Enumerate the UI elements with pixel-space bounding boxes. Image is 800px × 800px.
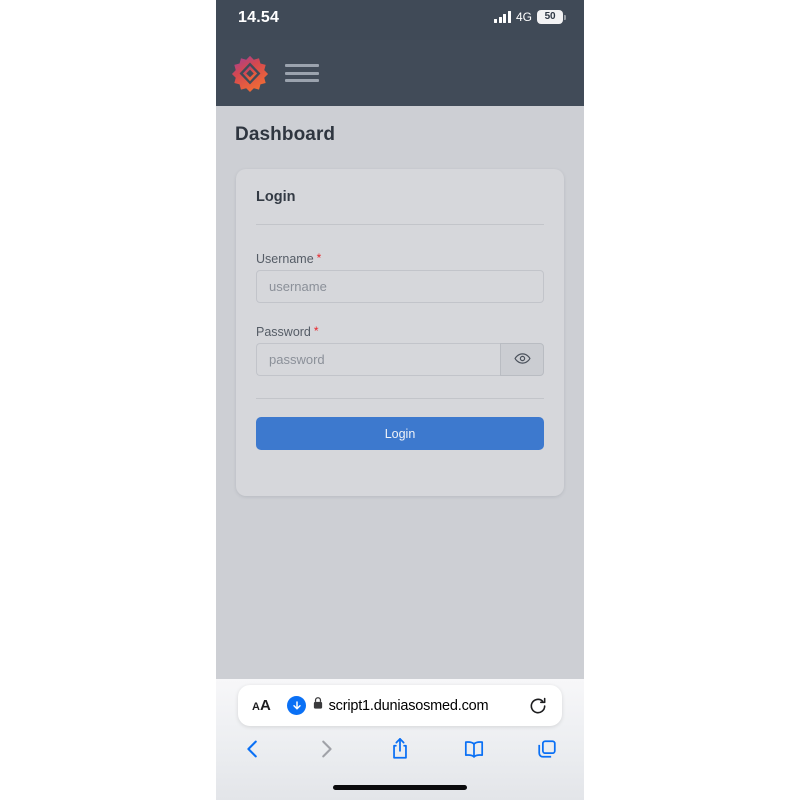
browser-toolbar bbox=[216, 731, 584, 771]
cellular-signal-icon bbox=[494, 11, 511, 23]
forward-chevron-icon bbox=[315, 738, 337, 765]
status-bar-indicators: 4G 50 bbox=[494, 8, 566, 26]
back-chevron-icon bbox=[242, 738, 264, 765]
battery-percent-label: 50 bbox=[544, 11, 556, 22]
hamburger-menu-icon[interactable] bbox=[285, 61, 319, 85]
back-button[interactable] bbox=[216, 738, 290, 765]
screenshot-root: 14.54 4G 50 Dashboard Login Username * u… bbox=[0, 0, 800, 800]
address-bar[interactable]: AA script1.duniasosmed.com bbox=[238, 685, 562, 726]
tabs-button[interactable] bbox=[510, 738, 584, 765]
downloads-arrow-icon[interactable] bbox=[287, 696, 306, 715]
phone-screen: 14.54 4G 50 Dashboard Login Username * u… bbox=[216, 0, 584, 800]
username-label: Username * bbox=[256, 251, 321, 266]
password-required-marker: * bbox=[313, 324, 319, 338]
eye-icon bbox=[513, 350, 531, 370]
aa-big-letter: A bbox=[259, 696, 271, 714]
home-indicator bbox=[333, 785, 467, 790]
login-card: Login Username* Password* bbox=[236, 169, 564, 496]
app-navigation-bar bbox=[216, 40, 584, 106]
safari-browser-chrome: AA script1.duniasosmed.com bbox=[216, 679, 584, 800]
username-required-marker: * bbox=[316, 251, 322, 265]
aa-small-letter: A bbox=[252, 700, 260, 713]
forward-button[interactable] bbox=[290, 738, 364, 765]
tabs-icon bbox=[536, 738, 558, 765]
status-bar: 14.54 4G 50 bbox=[216, 0, 584, 40]
share-icon bbox=[389, 737, 411, 766]
password-input[interactable] bbox=[256, 343, 500, 376]
card-header-divider bbox=[256, 224, 544, 225]
bookmarks-book-icon bbox=[462, 739, 486, 764]
login-submit-button[interactable]: Login bbox=[256, 417, 544, 450]
password-field-group bbox=[256, 343, 544, 376]
reload-icon[interactable] bbox=[528, 696, 548, 716]
address-bar-url: script1.duniasosmed.com bbox=[328, 697, 489, 714]
battery-icon: 50 bbox=[537, 10, 566, 24]
bookmarks-button[interactable] bbox=[437, 739, 511, 764]
login-card-title: Login bbox=[256, 189, 296, 205]
share-button[interactable] bbox=[363, 737, 437, 766]
page-title: Dashboard bbox=[235, 124, 336, 145]
password-visibility-toggle[interactable] bbox=[500, 343, 544, 376]
password-label-text: Password bbox=[256, 325, 311, 339]
app-logo-cog-icon[interactable] bbox=[231, 54, 269, 92]
network-type-label: 4G bbox=[515, 10, 532, 24]
lock-icon bbox=[312, 696, 324, 715]
password-label: Password * bbox=[256, 324, 319, 339]
username-input[interactable] bbox=[256, 270, 544, 303]
status-bar-time: 14.54 bbox=[238, 9, 280, 26]
username-label-text: Username bbox=[256, 252, 314, 266]
page-content: Dashboard Login Username* Password* bbox=[216, 106, 584, 679]
card-footer-divider bbox=[256, 398, 544, 399]
text-size-aa-icon[interactable]: AA bbox=[252, 698, 271, 714]
